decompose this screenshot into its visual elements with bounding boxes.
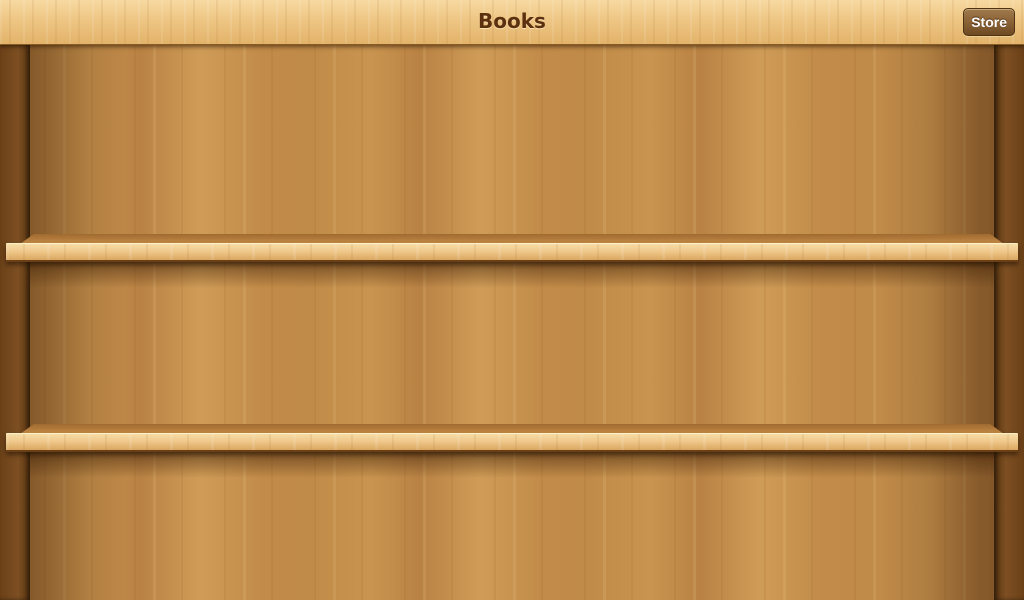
shelf-2 [6,424,1018,452]
books-app: Books Store [0,0,1024,600]
bookshelf-left-wall [0,44,30,600]
page-title: Books [478,9,546,33]
bookshelf-back-panel [30,44,994,600]
shelf-shadow [30,452,994,478]
shelf-1 [6,234,1018,262]
top-navigation-bar: Books Store [0,0,1024,45]
shelf-shadow [30,262,994,288]
shelf-front-edge [6,243,1018,262]
store-button[interactable]: Store [963,8,1015,36]
shelf-front-edge [6,433,1018,452]
bookshelf-right-wall [994,44,1024,600]
